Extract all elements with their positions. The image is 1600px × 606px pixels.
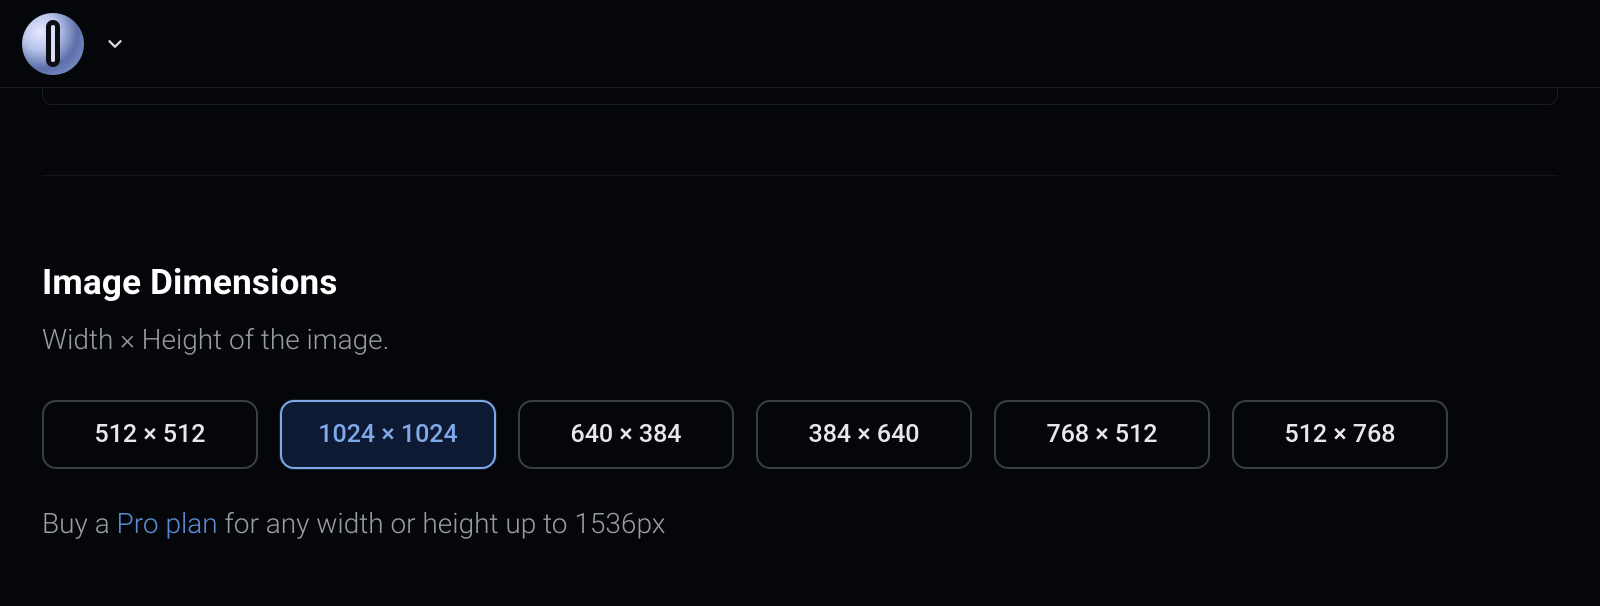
- dimension-options-row: 512 × 512 1024 × 1024 640 × 384 384 × 64…: [42, 400, 1558, 469]
- image-dimensions-section: Image Dimensions Width × Height of the i…: [42, 262, 1558, 540]
- collapsed-prior-section: [42, 87, 1558, 105]
- model-dropdown-chevron[interactable]: [102, 31, 128, 57]
- app-logo-icon[interactable]: [22, 13, 84, 75]
- upsell-suffix: for any width or height up to 1536px: [218, 507, 666, 540]
- section-title: Image Dimensions: [42, 262, 1558, 303]
- section-divider: [42, 175, 1558, 176]
- upsell-prefix: Buy a: [42, 507, 117, 540]
- dimension-option-5[interactable]: 512 × 768: [1232, 400, 1448, 469]
- top-bar: [0, 0, 1600, 88]
- dimension-option-3[interactable]: 384 × 640: [756, 400, 972, 469]
- chevron-down-icon: [104, 33, 126, 55]
- dimension-option-0[interactable]: 512 × 512: [42, 400, 258, 469]
- upsell-footnote: Buy a Pro plan for any width or height u…: [42, 507, 1558, 540]
- pro-plan-link[interactable]: Pro plan: [117, 507, 218, 540]
- section-subtitle: Width × Height of the image.: [42, 323, 1558, 356]
- dimension-option-4[interactable]: 768 × 512: [994, 400, 1210, 469]
- dimension-option-1[interactable]: 1024 × 1024: [280, 400, 496, 469]
- dimension-option-2[interactable]: 640 × 384: [518, 400, 734, 469]
- content-area: Image Dimensions Width × Height of the i…: [0, 87, 1600, 540]
